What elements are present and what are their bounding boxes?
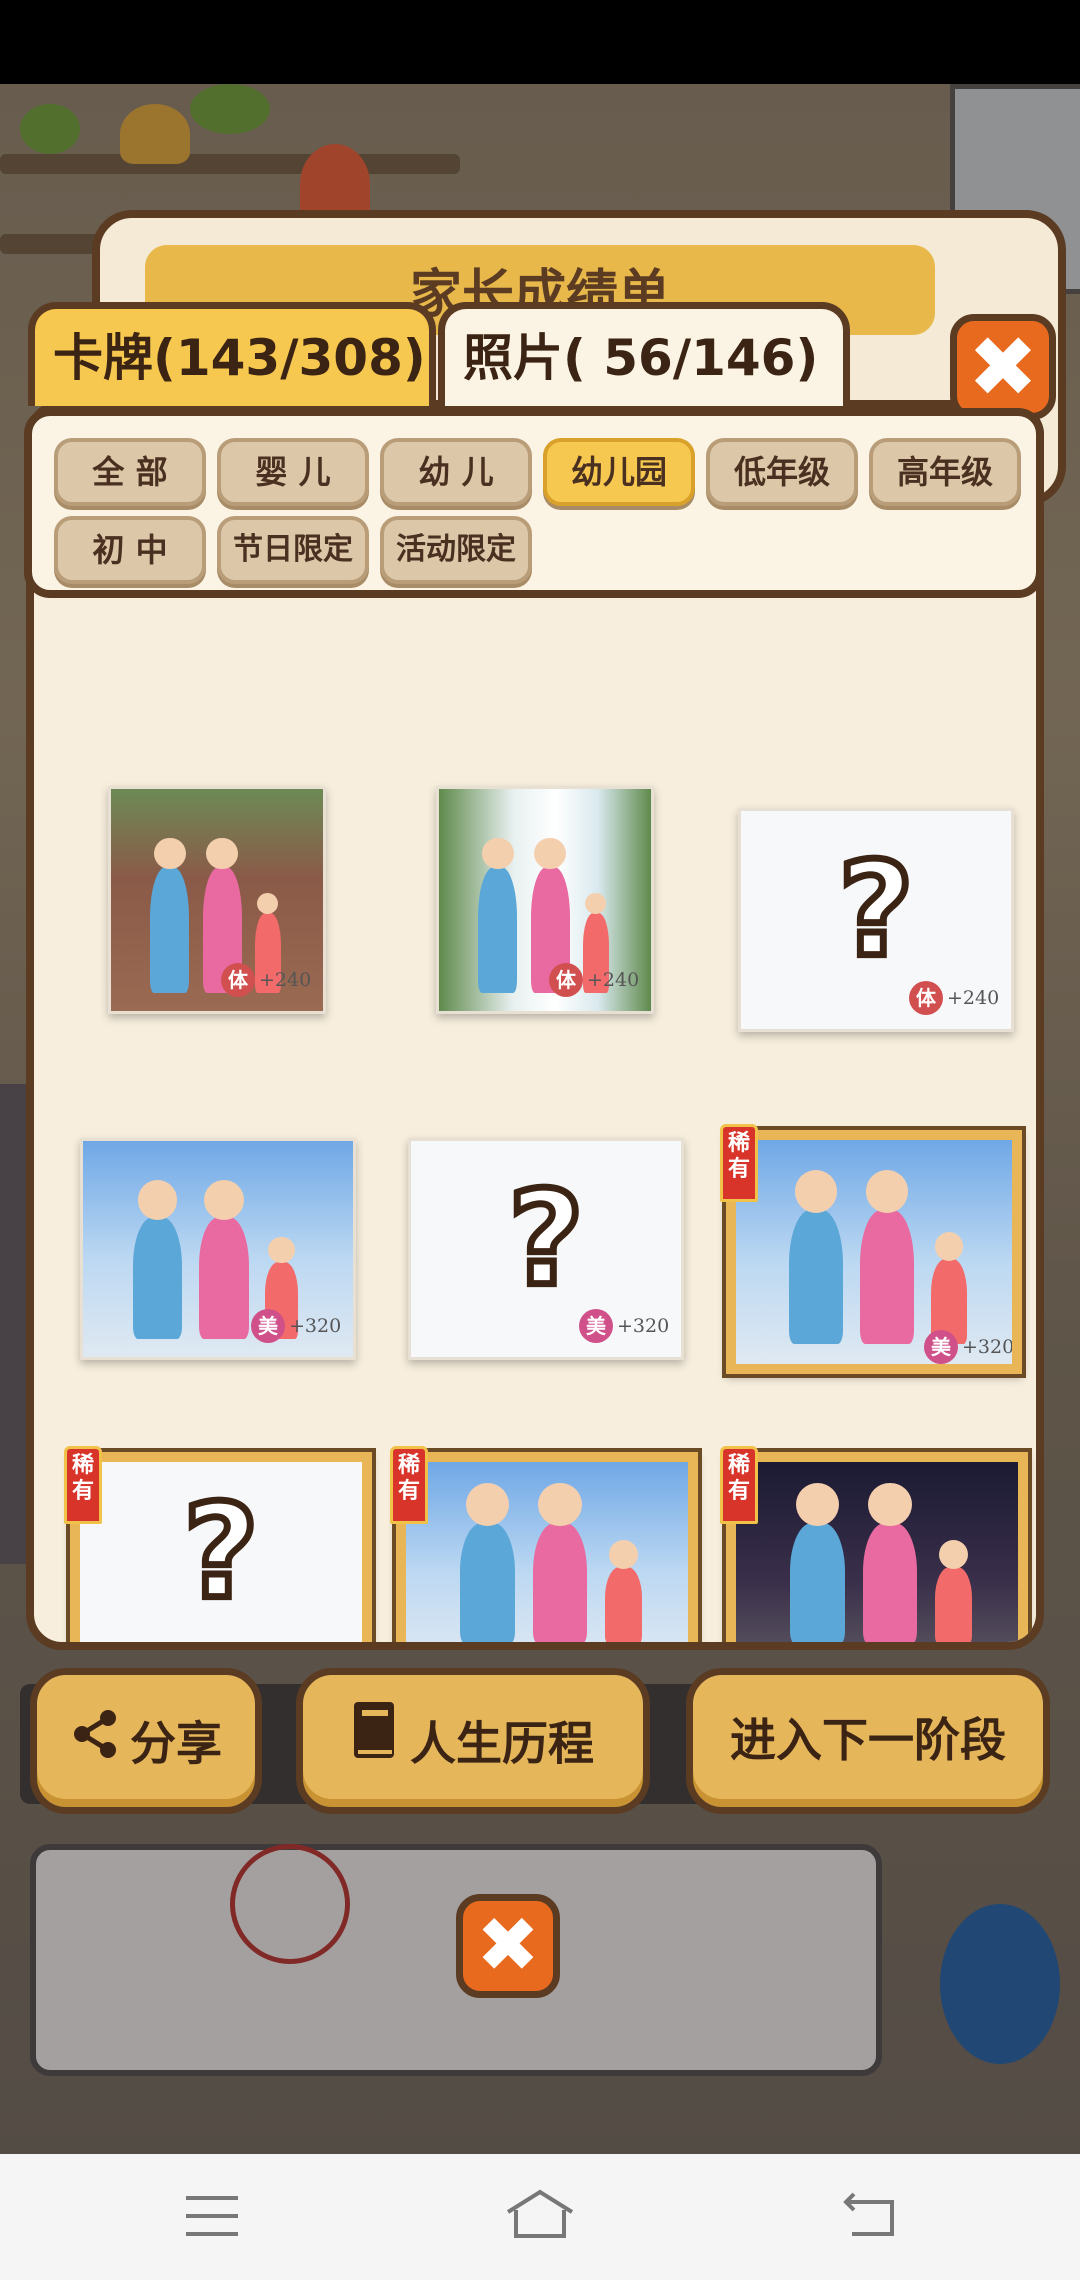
collection-card[interactable]: 美 +320 xyxy=(726,1130,1022,1374)
illustration-figure xyxy=(198,1179,249,1340)
locked-question-mark: ? xyxy=(180,1475,262,1628)
share-button[interactable]: 分享 xyxy=(30,1668,262,1814)
home-icon[interactable] xyxy=(504,2188,576,2244)
locked-question-mark: ? xyxy=(505,1162,587,1315)
back-icon[interactable] xyxy=(842,2190,896,2242)
illustration-head xyxy=(868,1482,912,1527)
filter-kindergarten[interactable]: 幼儿园 xyxy=(543,438,695,506)
attribute-badge: 美 xyxy=(251,1309,285,1343)
rare-tag: 稀有 xyxy=(720,1124,758,1202)
share-label: 分享 xyxy=(130,1716,222,1771)
book-icon xyxy=(352,1679,396,1809)
attribute-badge: 体 xyxy=(909,981,943,1015)
illustration-figure xyxy=(460,1482,515,1642)
illustration-figure xyxy=(478,837,518,993)
illustration-figure xyxy=(862,1482,918,1642)
illustration-head xyxy=(865,1170,909,1213)
collection-card[interactable]: 体 +240 xyxy=(436,786,654,1014)
filter-junior-high[interactable]: 初 中 xyxy=(54,516,206,584)
tab-photos[interactable]: 照片( 56/146) xyxy=(438,302,850,406)
attribute-badge: 体 xyxy=(549,963,583,997)
illustration-figure xyxy=(150,837,190,993)
illustration-figure xyxy=(935,1540,972,1642)
collection-card[interactable]: ? 体 +240 xyxy=(738,808,1014,1032)
attribute-badge: 美 xyxy=(924,1330,958,1364)
illustration-head xyxy=(934,1232,964,1261)
filter-holiday-limited[interactable]: 节日限定 xyxy=(217,516,369,584)
filter-all[interactable]: 全 部 xyxy=(54,438,206,506)
filter-event-limited[interactable]: 活动限定 xyxy=(380,516,532,584)
system-navigation-bar xyxy=(0,2154,1080,2280)
rare-tag: 稀有 xyxy=(390,1446,428,1524)
points-label: +320 xyxy=(962,1336,1015,1358)
illustration-head xyxy=(206,837,238,870)
collection-card[interactable]: ? 美 +320 xyxy=(408,1138,684,1360)
illustration-head xyxy=(585,893,607,915)
life-journey-button[interactable]: 人生历程 xyxy=(296,1668,650,1814)
attribute-badge: 美 xyxy=(579,1309,613,1343)
filter-toddler[interactable]: 幼 儿 xyxy=(380,438,532,506)
illustration-head xyxy=(203,1179,244,1220)
collection-card[interactable]: 体 +240 xyxy=(108,786,326,1014)
illustration-head xyxy=(482,837,514,870)
points-label: +320 xyxy=(617,1315,670,1337)
filter-infant[interactable]: 婴 儿 xyxy=(217,438,369,506)
illustration-figure xyxy=(132,1179,183,1340)
illustration-figure xyxy=(860,1170,914,1345)
collection-card[interactable]: ? xyxy=(70,1452,372,1642)
rare-tag: 稀有 xyxy=(720,1446,758,1524)
illustration-head xyxy=(137,1179,178,1220)
points-label: +320 xyxy=(289,1315,342,1337)
points-label: +240 xyxy=(587,969,640,991)
menu-icon[interactable] xyxy=(186,2194,238,2242)
points-label: +240 xyxy=(259,969,312,991)
illustration-head xyxy=(538,1482,582,1527)
collection-card[interactable]: 美 +320 xyxy=(80,1138,356,1360)
filter-lower-grade[interactable]: 低年级 xyxy=(706,438,858,506)
illustration-head xyxy=(257,893,279,915)
filter-upper-grade[interactable]: 高年级 xyxy=(869,438,1021,506)
share-icon xyxy=(70,1679,122,1809)
collection-card[interactable] xyxy=(396,1452,698,1642)
illustration-figure xyxy=(605,1540,642,1642)
illustration-figure xyxy=(790,1482,845,1642)
close-button[interactable]: ✖ xyxy=(950,314,1056,420)
close-icon: ✖ xyxy=(476,1900,540,1989)
close-overlay-button[interactable]: ✖ xyxy=(456,1894,560,1998)
tab-cards[interactable]: 卡牌(143/308) xyxy=(28,302,436,406)
illustration-figure xyxy=(789,1170,843,1345)
illustration-head xyxy=(268,1236,295,1264)
life-journey-label: 人生历程 xyxy=(410,1716,594,1771)
filter-bar: 全 部 婴 儿 幼 儿 幼儿园 低年级 高年级 初 中 节日限定 活动限定 xyxy=(24,408,1044,598)
illustration-head xyxy=(795,1482,840,1527)
illustration-head xyxy=(534,837,566,870)
illustration-head xyxy=(608,1540,638,1570)
next-stage-button[interactable]: 进入下一阶段 xyxy=(686,1668,1050,1814)
attribute-badge: 体 xyxy=(221,963,255,997)
illustration-head xyxy=(794,1170,838,1213)
locked-question-mark: ? xyxy=(835,833,917,986)
rare-tag: 稀有 xyxy=(64,1446,102,1524)
close-icon: ✖ xyxy=(967,318,1039,416)
collection-card[interactable] xyxy=(726,1452,1028,1642)
illustration-head xyxy=(154,837,186,870)
points-label: +240 xyxy=(947,987,1000,1009)
next-stage-label: 进入下一阶段 xyxy=(730,1713,1006,1767)
illustration-figure xyxy=(532,1482,588,1642)
illustration-head xyxy=(938,1540,968,1570)
illustration-head xyxy=(465,1482,510,1527)
